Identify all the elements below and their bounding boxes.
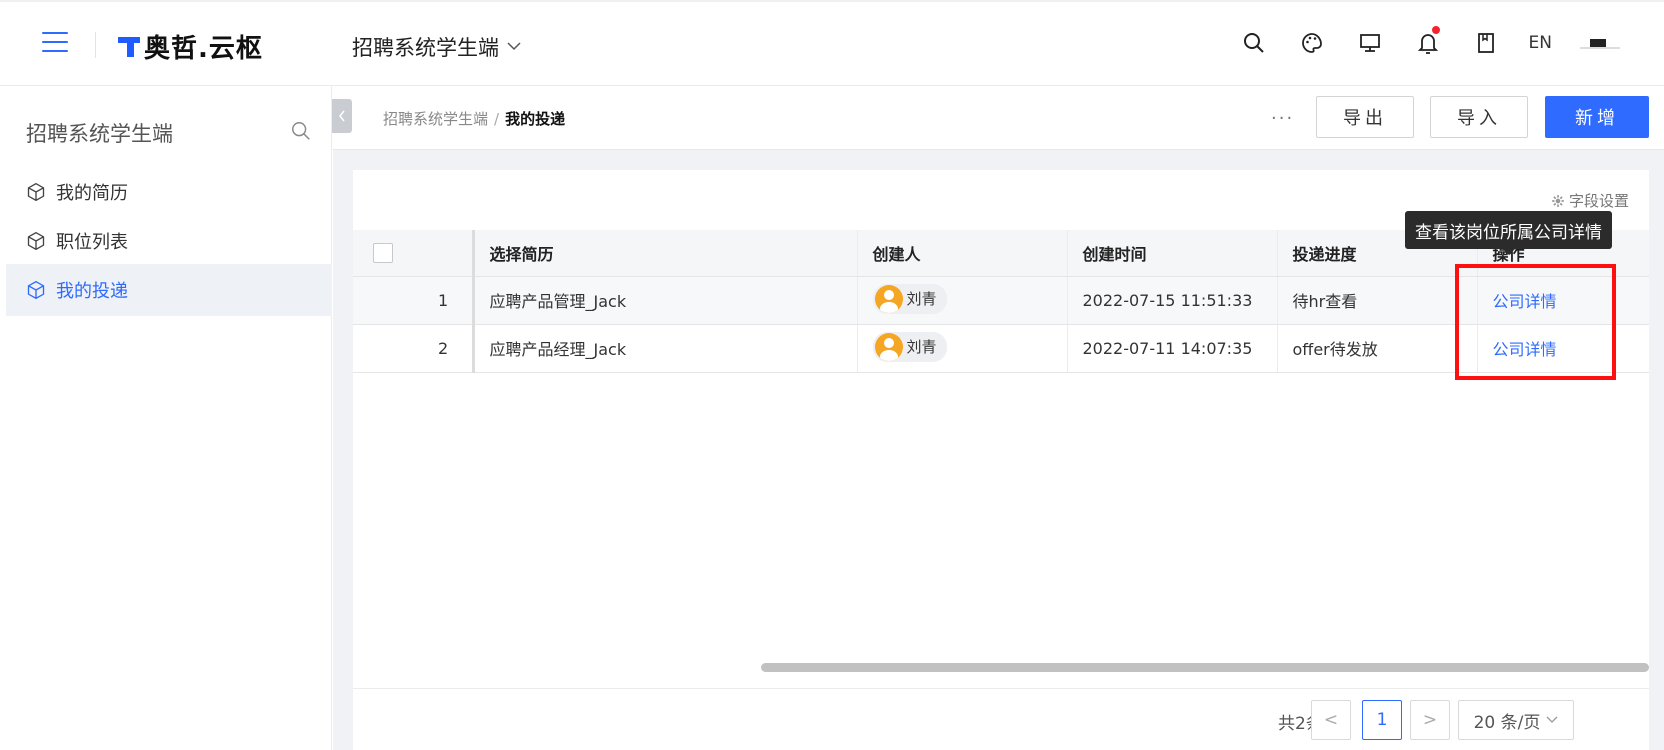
user-avatar[interactable] [1580,31,1620,55]
logo: 奥哲.云枢 [118,30,263,64]
chevron-down-icon [1546,716,1558,723]
sidebar-item-applications[interactable]: 我的投递 [6,264,332,316]
owner-chip: 刘青 [872,331,947,362]
cube-icon [27,231,45,251]
gear-icon [1552,194,1564,207]
menu-icon[interactable] [42,32,68,54]
monitor-icon[interactable] [1355,28,1385,58]
resume-cell: 应聘产品管理_Jack [472,276,857,325]
logo-text: 奥哲.云枢 [144,33,263,64]
created-cell: 2022-07-11 14:07:35 [1066,324,1277,373]
sidebar-item-label: 职位列表 [56,232,128,253]
page-size-select[interactable]: 20 条/页 [1458,700,1574,740]
company-details-link[interactable]: 公司详情 [1493,340,1557,359]
owner-name: 刘青 [906,338,937,356]
index-header [413,230,475,277]
app-switcher-label: 招聘系统学生端 [352,36,499,60]
select-all-checkbox[interactable] [373,242,393,263]
search-icon[interactable] [1239,28,1269,58]
pagination: 共2条 < 1 > 20 条/页 [353,688,1649,750]
applications-table: 选择简历 创建人 创建时间 投递进度 操作 1 应聘产品管理_Jack 刘青 [353,230,1649,373]
created-cell: 2022-07-15 11:51:33 [1066,276,1277,325]
owner-name: 刘青 [906,290,937,308]
column-header-resume: 选择简历 [472,230,857,277]
cube-icon [27,280,45,300]
table-row[interactable]: 2 应聘产品经理_Jack 刘青 2022-07-11 14:07:35 off… [353,324,1649,373]
sidebar-title: 招聘系统学生端 [26,122,173,146]
breadcrumb-bar: 招聘系统学生端 / 我的投递 ··· 导出 导入 新增 [333,86,1664,150]
next-page-button[interactable]: > [1410,700,1450,740]
sidebar: 招聘系统学生端 我的简历 职位列表 我的投递 [0,86,332,750]
import-button[interactable]: 导入 [1430,96,1528,138]
bell-icon[interactable] [1413,26,1443,58]
page-1-button[interactable]: 1 [1362,700,1402,740]
add-button[interactable]: 新增 [1545,96,1649,138]
user-avatar-icon [874,284,903,313]
resume-cell: 应聘产品经理_Jack [472,324,857,373]
main-content: 招聘系统学生端 / 我的投递 ··· 导出 导入 新增 字段设置 选择简历 创建人 … [333,86,1664,750]
bookmark-icon[interactable] [1471,28,1501,58]
top-bar: 奥哲.云枢 招聘系统学生端 EN [0,0,1664,86]
more-actions-button[interactable]: ··· [1271,108,1294,129]
sidebar-search-icon[interactable] [290,120,314,144]
owner-chip: 刘青 [872,283,947,314]
company-details-link[interactable]: 公司详情 [1493,292,1557,311]
table-row[interactable]: 1 应聘产品管理_Jack 刘青 2022-07-15 11:51:33 待hr… [353,276,1649,325]
column-header-owner: 创建人 [856,230,1067,277]
divider [95,32,96,58]
breadcrumb-parent[interactable]: 招聘系统学生端 [383,110,488,128]
export-button[interactable]: 导出 [1316,96,1414,138]
notification-dot [1431,26,1440,34]
field-settings-button[interactable]: 字段设置 [1551,190,1629,211]
table-card: 字段设置 选择简历 创建人 创建时间 投递进度 操作 1 应聘产品管理_Ja [353,170,1649,750]
sidebar-item-resume[interactable]: 我的简历 [6,166,332,218]
top-icons: EN [1239,26,1620,58]
app-switcher[interactable]: 招聘系统学生端 [352,32,521,62]
sidebar-item-jobs[interactable]: 职位列表 [6,215,332,267]
column-header-created: 创建时间 [1066,230,1277,277]
language-switch[interactable]: EN [1529,33,1552,53]
collapse-sidebar-button[interactable] [332,99,352,133]
horizontal-scrollbar[interactable] [761,663,1649,672]
progress-cell: 待hr查看 [1276,276,1477,325]
prev-page-button[interactable]: < [1311,700,1351,740]
palette-icon[interactable] [1297,28,1327,58]
logo-mark-icon [118,35,140,57]
chevron-left-icon [339,110,345,122]
field-settings-label: 字段设置 [1568,192,1629,210]
user-avatar-icon [874,332,903,361]
cube-icon [27,182,45,202]
sidebar-item-label: 我的投递 [56,281,128,302]
breadcrumb-current: 我的投递 [505,110,566,128]
row-index: 2 [413,324,475,373]
progress-cell: offer待发放 [1276,324,1477,373]
breadcrumb: 招聘系统学生端 / 我的投递 [383,110,566,128]
sidebar-item-label: 我的简历 [56,183,128,204]
row-index: 1 [413,276,475,325]
chevron-down-icon [507,39,521,55]
tooltip: 查看该岗位所属公司详情 [1405,211,1612,255]
page-size-label: 20 条/页 [1473,712,1541,733]
